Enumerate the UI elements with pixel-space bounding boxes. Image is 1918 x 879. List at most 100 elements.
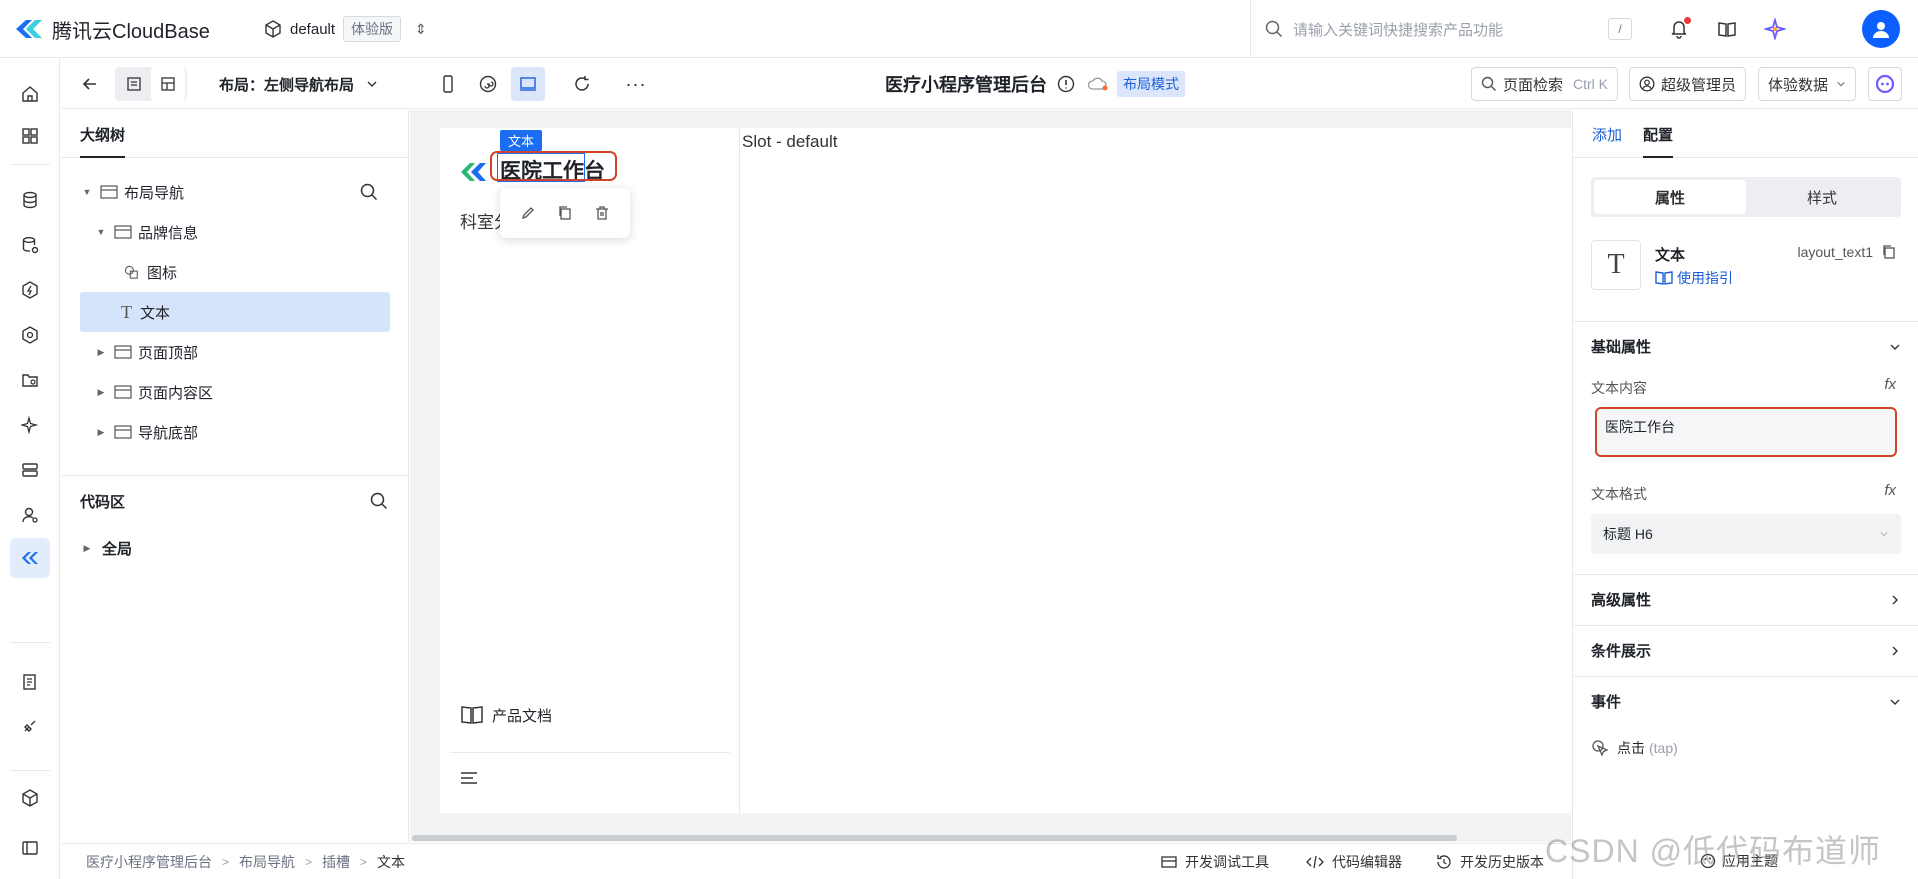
collapse-sidebar-icon[interactable]	[10, 828, 50, 868]
code-item-global[interactable]: ▶ 全局	[80, 528, 380, 568]
delete-icon[interactable]	[594, 205, 610, 221]
search-icon	[1265, 20, 1283, 38]
home-icon[interactable]	[10, 74, 50, 114]
fx-icon[interactable]: fx	[1884, 482, 1896, 499]
tab-config[interactable]: 配置	[1643, 124, 1674, 158]
tree-item-page-header[interactable]: ▶ 页面顶部	[94, 332, 374, 372]
caret-right-icon[interactable]: ▶	[94, 427, 108, 438]
text-format-label: 文本格式	[1591, 486, 1647, 502]
document-list-icon[interactable]	[10, 662, 50, 702]
more-button[interactable]: ···	[619, 67, 653, 101]
refresh-button[interactable]	[565, 67, 599, 101]
lowcode-icon[interactable]	[10, 538, 50, 578]
breadcrumb-item[interactable]: 布局导航	[239, 852, 295, 872]
data-selector[interactable]: 体验数据	[1758, 67, 1857, 101]
code-icon	[1306, 855, 1324, 869]
seg-style[interactable]: 样式	[1746, 180, 1898, 214]
breadcrumb-item[interactable]: 医疗小程序管理后台	[86, 852, 212, 872]
page-canvas: 科室分 医院工作台 文本 产品文档 Slot - default	[440, 128, 1571, 813]
slot-default-label: Slot - default	[742, 132, 838, 151]
section-basic-props[interactable]: 基础属性	[1573, 321, 1918, 371]
breadcrumb-item[interactable]: 文本	[377, 852, 405, 872]
section-title: 基础属性	[1591, 339, 1652, 356]
user-avatar[interactable]	[1862, 10, 1900, 48]
sync-icon[interactable]	[10, 315, 50, 355]
code-editor-button[interactable]: 代码编辑器	[1306, 852, 1402, 872]
env-selector[interactable]: default 体验版 ⇕	[264, 16, 427, 42]
layout-view-button[interactable]	[151, 67, 185, 101]
grid-apps-icon[interactable]	[10, 116, 50, 156]
section-events[interactable]: 事件	[1573, 676, 1918, 726]
database-settings-icon[interactable]	[10, 225, 50, 265]
arrow-left-icon	[82, 78, 96, 90]
search-icon[interactable]	[360, 183, 378, 201]
user-settings-icon[interactable]	[10, 495, 50, 535]
horizontal-scrollbar[interactable]	[412, 835, 1457, 841]
folder-search-icon[interactable]	[10, 360, 50, 400]
tree-item-icon[interactable]: 图标	[117, 252, 377, 292]
tree-item-page-content[interactable]: ▶ 页面内容区	[94, 372, 374, 412]
search-icon	[1481, 76, 1496, 91]
copy-icon[interactable]	[557, 205, 573, 221]
sparkle-icon[interactable]	[10, 405, 50, 445]
colorful-app-icon[interactable]	[1760, 14, 1790, 44]
storage-icon[interactable]	[10, 450, 50, 490]
history-button[interactable]: 开发历史版本	[1436, 852, 1544, 872]
tree-item-layout-nav[interactable]: ▼ 布局导航	[80, 172, 390, 212]
section-condition[interactable]: 条件展示	[1573, 625, 1918, 675]
cloud-status-icon[interactable]	[1087, 76, 1109, 92]
function-icon[interactable]	[10, 270, 50, 310]
menu-icon[interactable]	[460, 770, 478, 786]
mobile-preview-button[interactable]	[431, 67, 465, 101]
brand-logo-icon[interactable]	[460, 160, 490, 184]
tree-item-text[interactable]: T 文本	[80, 292, 390, 332]
caret-right-icon[interactable]: ▶	[94, 387, 108, 398]
copy-icon[interactable]	[1881, 244, 1897, 260]
ai-assistant-button[interactable]	[1868, 67, 1902, 101]
event-tap-item[interactable]: 点击 (tap)	[1591, 738, 1678, 758]
miniprogram-preview-button[interactable]	[471, 67, 505, 101]
search-input[interactable]: 请输入关键词快捷搜索产品功能	[1293, 19, 1608, 40]
history-icon	[1437, 855, 1451, 869]
fx-icon[interactable]: fx	[1884, 376, 1896, 393]
page-search-button[interactable]: 页面检索 Ctrl K	[1471, 67, 1619, 101]
usage-guide-link[interactable]: 使用指引	[1655, 268, 1733, 288]
list-view-button[interactable]	[117, 67, 151, 101]
component-card: T 文本 layout_text1 使用指引	[1591, 240, 1901, 302]
search-icon[interactable]	[370, 492, 388, 510]
tab-outline-tree[interactable]: 大纲树	[80, 124, 126, 158]
tree-item-nav-footer[interactable]: ▶ 导航底部	[94, 412, 374, 452]
page-search-label: 页面检索	[1503, 76, 1564, 94]
dev-tools-button[interactable]: 开发调试工具	[1161, 852, 1269, 872]
cube-settings-icon[interactable]	[10, 778, 50, 818]
caret-right-icon[interactable]: ▶	[94, 347, 108, 358]
cloudbase-logo-icon	[16, 20, 42, 38]
database-icon[interactable]	[10, 180, 50, 220]
brand[interactable]: 腾讯云CloudBase	[14, 15, 210, 43]
info-icon[interactable]	[1057, 75, 1075, 93]
layout-selector[interactable]: 布局：左侧导航布局	[219, 67, 378, 101]
caret-down-icon[interactable]: ▼	[94, 227, 108, 237]
text-content-input[interactable]: 医院工作台	[1595, 407, 1897, 457]
caret-down-icon[interactable]: ▼	[80, 187, 94, 197]
code-area-header: 代码区	[80, 476, 390, 526]
user-circle-icon	[1639, 76, 1655, 92]
bell-icon[interactable]	[1664, 14, 1694, 44]
ai-assistant-icon	[1875, 74, 1895, 94]
edit-icon[interactable]	[520, 205, 536, 221]
tab-add[interactable]: 添加	[1592, 124, 1622, 145]
product-docs-link[interactable]: 产品文档	[460, 704, 552, 726]
book-icon[interactable]	[1712, 14, 1742, 44]
text-format-select[interactable]: 标题 H6	[1591, 514, 1901, 554]
preview-left-nav[interactable]: 科室分 医院工作台 文本 产品文档	[440, 128, 740, 813]
admin-role-button[interactable]: 超级管理员	[1629, 67, 1747, 101]
top-search[interactable]: 请输入关键词快捷搜索产品功能 /	[1250, 0, 1646, 58]
caret-right-icon[interactable]: ▶	[80, 543, 94, 554]
section-advanced-props[interactable]: 高级属性	[1573, 574, 1918, 624]
tree-item-brand-info[interactable]: ▼ 品牌信息	[94, 212, 374, 252]
breadcrumb-item[interactable]: 插槽	[322, 852, 350, 872]
seg-properties[interactable]: 属性	[1594, 180, 1746, 214]
back-button[interactable]	[73, 67, 107, 101]
plugin-icon[interactable]	[10, 706, 50, 746]
desktop-preview-button[interactable]	[511, 67, 545, 101]
